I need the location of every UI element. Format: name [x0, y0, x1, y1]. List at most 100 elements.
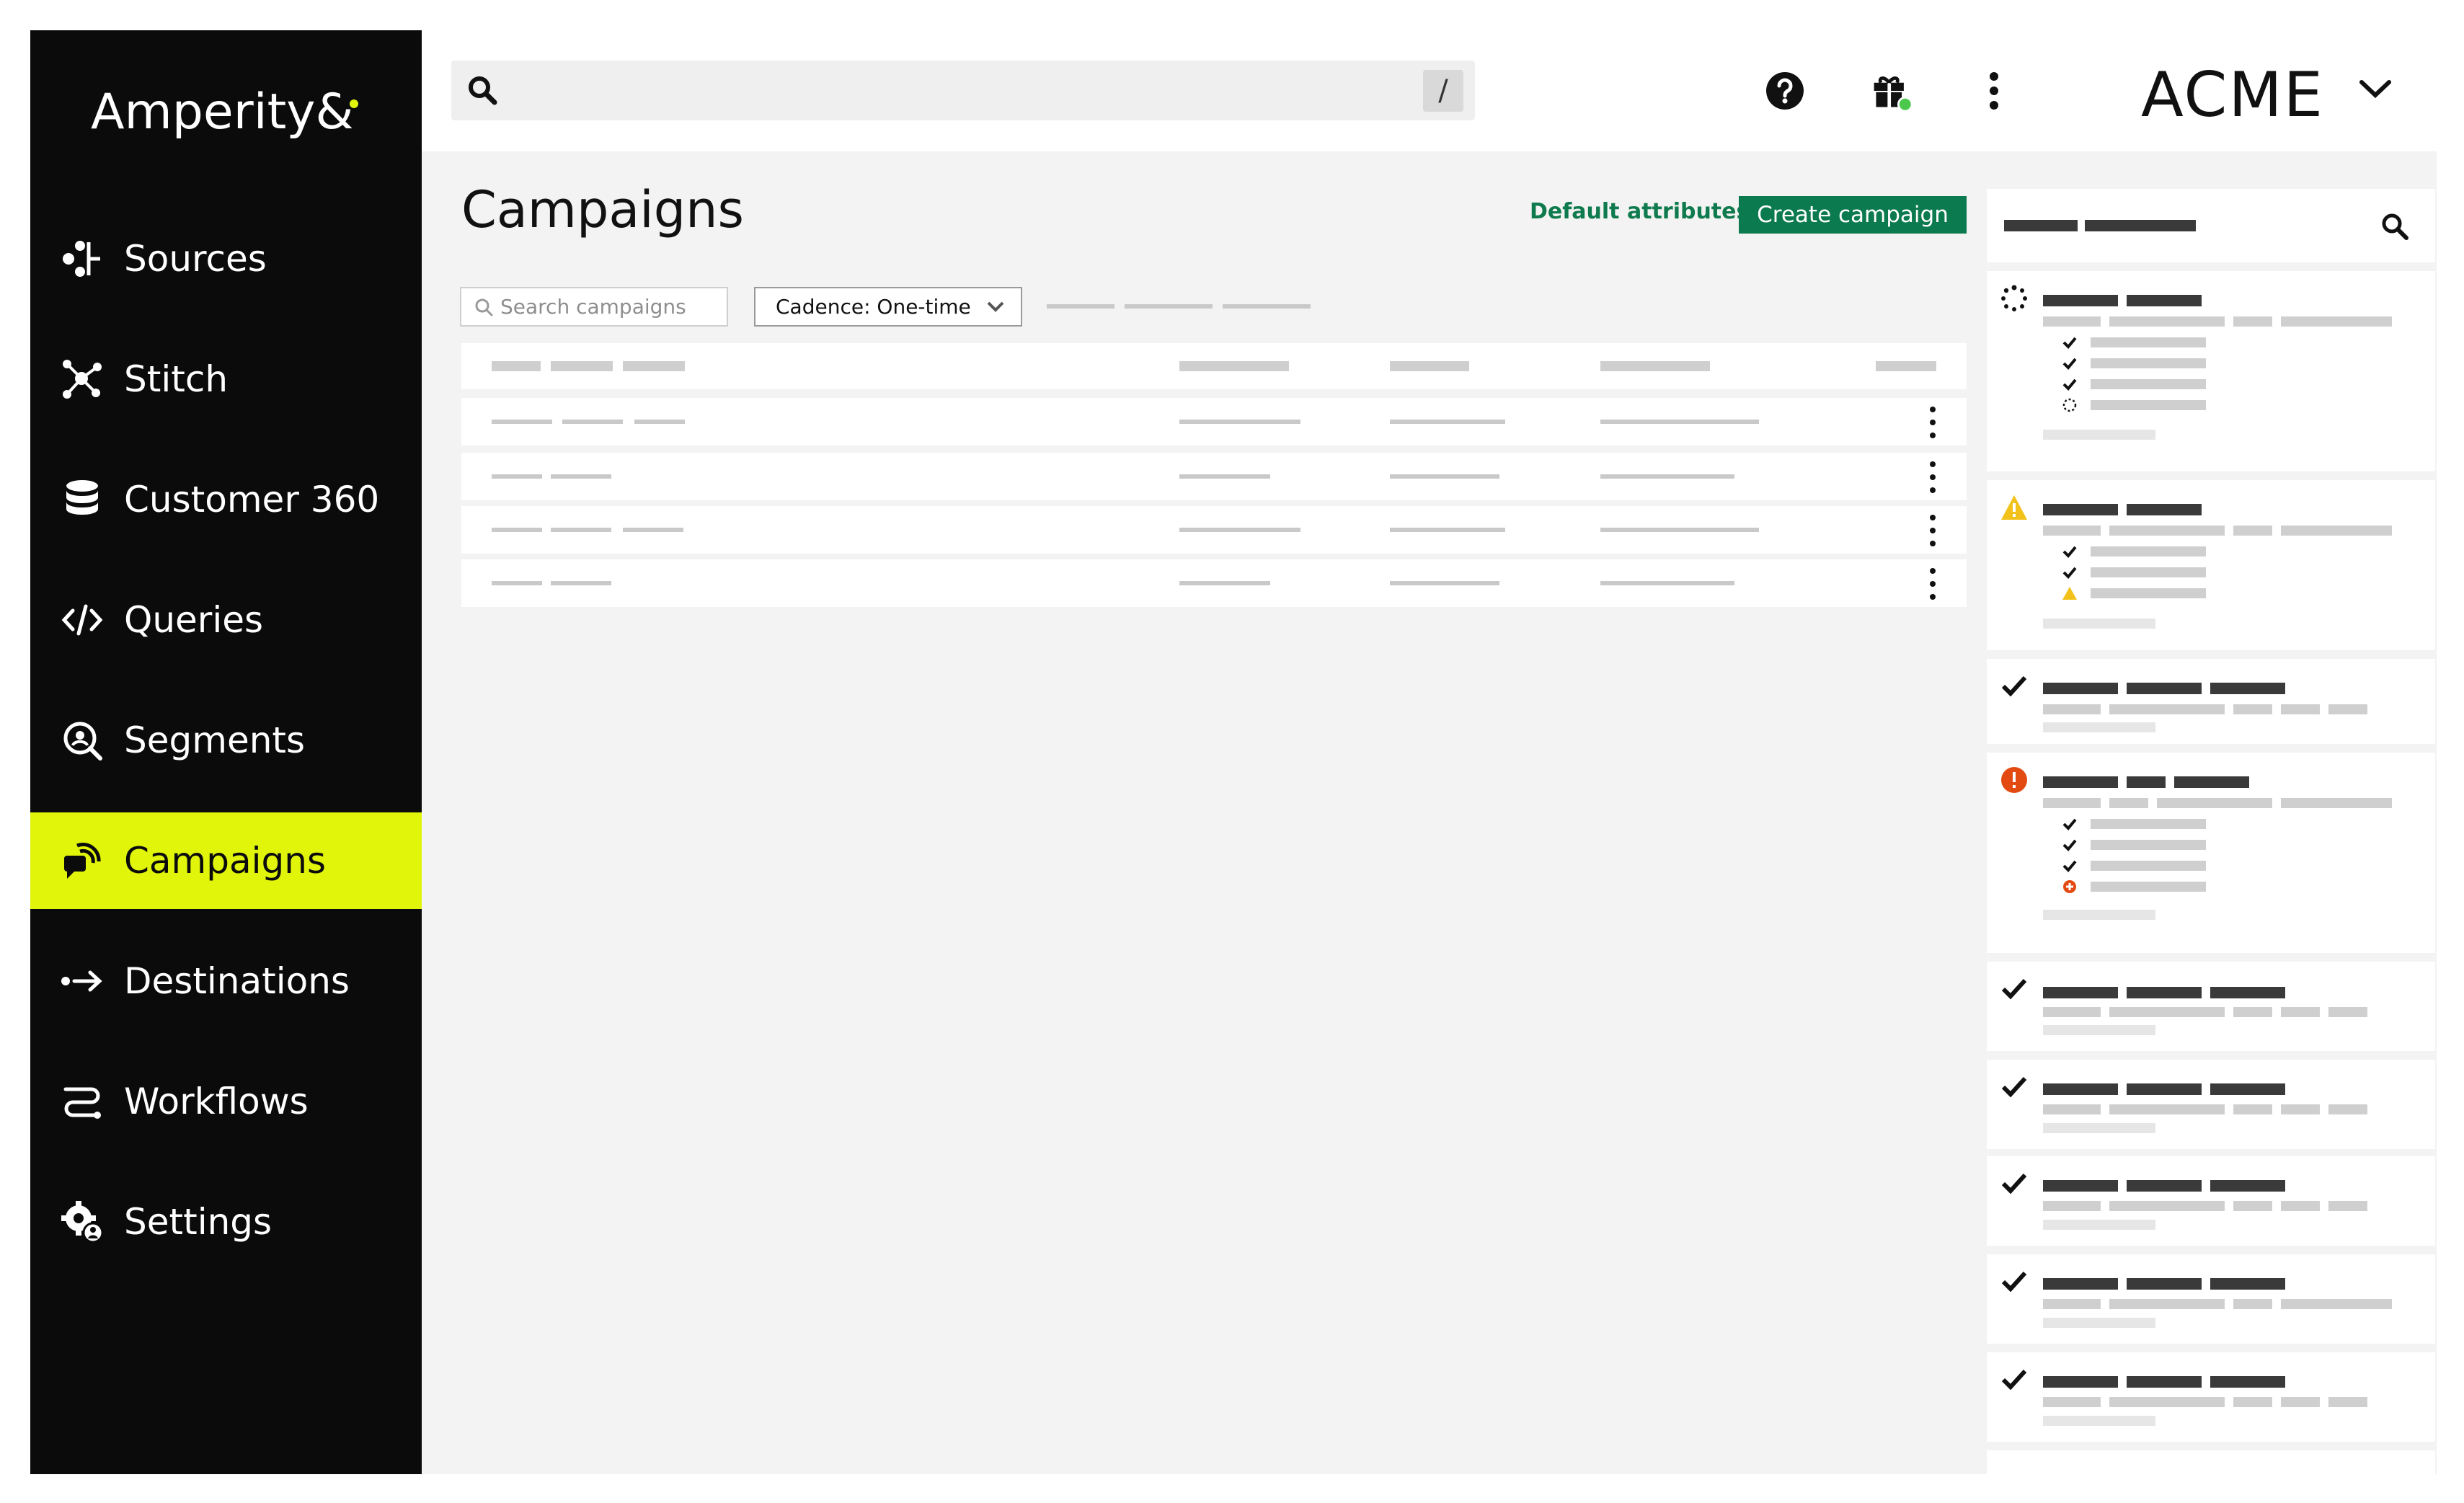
- card-title-placeholder: [2127, 295, 2202, 306]
- card-subtitle-placeholder: [2281, 316, 2392, 327]
- sidebar-item-stitch[interactable]: Stitch: [30, 331, 422, 427]
- card-subtitle-placeholder: [2281, 704, 2320, 714]
- row-more-icon[interactable]: [1928, 461, 1937, 493]
- card-title-placeholder: [2127, 1180, 2202, 1192]
- timestamp-placeholder: [2043, 722, 2155, 732]
- check-icon: [2000, 1073, 2029, 1101]
- create-campaign-button[interactable]: Create campaign: [1739, 196, 1967, 234]
- check-icon: [2000, 1365, 2029, 1394]
- card-title-placeholder: [2210, 1278, 2285, 1290]
- notification-card[interactable]: [1987, 480, 2435, 650]
- filter-placeholder: [1125, 304, 1213, 309]
- card-subtitle-placeholder: [2043, 798, 2101, 808]
- step-placeholder: [2091, 882, 2206, 892]
- row-more-icon[interactable]: [1928, 515, 1937, 546]
- database-icon: [55, 472, 110, 527]
- card-subtitle-placeholder: [2328, 1104, 2367, 1114]
- cell-placeholder: [1179, 581, 1270, 585]
- table-row[interactable]: [461, 398, 1967, 445]
- amperity-logo[interactable]: Amperity&: [91, 84, 358, 141]
- card-title-placeholder: [2127, 776, 2166, 788]
- cell-placeholder: [634, 420, 685, 424]
- sidebar-item-label: Sources: [124, 238, 267, 280]
- sidebar-item-segments[interactable]: Segments: [30, 692, 422, 789]
- card-subtitle-placeholder: [2109, 1397, 2225, 1407]
- card-subtitle-placeholder: [2043, 1299, 2101, 1309]
- global-search-input[interactable]: /: [451, 61, 1475, 120]
- card-title-placeholder: [2127, 504, 2202, 515]
- sidebar-item-sources[interactable]: Sources: [30, 210, 422, 307]
- check-icon: [2062, 858, 2078, 874]
- cell-placeholder: [551, 528, 611, 532]
- table-row[interactable]: [461, 506, 1967, 554]
- notification-card[interactable]: [1987, 1450, 2435, 1474]
- segments-icon: [55, 713, 110, 768]
- table-row[interactable]: [461, 559, 1967, 607]
- search-icon[interactable]: [2379, 210, 2411, 245]
- card-subtitle-placeholder: [2233, 1299, 2272, 1309]
- column-header-placeholder: [551, 361, 613, 371]
- card-title-placeholder: [2043, 1376, 2118, 1388]
- notification-card[interactable]: [1987, 1352, 2435, 1442]
- logo-mark: &: [316, 84, 358, 141]
- default-attributes-link[interactable]: Default attributes: [1530, 199, 1749, 224]
- settings-icon: [55, 1194, 110, 1249]
- sidebar-item-label: Stitch: [124, 358, 229, 400]
- card-subtitle-placeholder: [2233, 316, 2272, 327]
- timestamp-placeholder: [2043, 1416, 2155, 1426]
- row-more-icon[interactable]: [1928, 407, 1937, 438]
- notification-card[interactable]: [1987, 1254, 2435, 1344]
- sidebar-item-label: Settings: [124, 1201, 272, 1243]
- notification-card[interactable]: [1987, 753, 2435, 953]
- card-title-placeholder: [2210, 1376, 2285, 1388]
- warning-icon: [2000, 493, 2029, 522]
- sidebar-item-queries[interactable]: Queries: [30, 572, 422, 668]
- notification-card[interactable]: [1987, 659, 2435, 744]
- card-subtitle-placeholder: [2281, 526, 2392, 536]
- step-placeholder: [2091, 546, 2206, 557]
- more-vertical-icon[interactable]: [1972, 68, 2016, 114]
- search-shortcut-key: /: [1423, 70, 1463, 112]
- sidebar-item-destinations[interactable]: Destinations: [30, 933, 422, 1029]
- row-more-icon[interactable]: [1928, 568, 1937, 600]
- table-row[interactable]: [461, 453, 1967, 500]
- sidebar-item-campaigns[interactable]: Campaigns: [30, 812, 422, 909]
- card-title-placeholder: [2127, 1376, 2202, 1388]
- cell-placeholder: [492, 474, 542, 479]
- card-subtitle-placeholder: [2109, 1007, 2225, 1017]
- check-icon: [2062, 837, 2078, 853]
- sidebar-item-workflows[interactable]: Workflows: [30, 1053, 422, 1150]
- tenant-switcher[interactable]: ACME: [2141, 59, 2324, 131]
- stitch-icon: [55, 352, 110, 407]
- card-subtitle-placeholder: [2109, 704, 2225, 714]
- notification-card[interactable]: [1987, 1060, 2435, 1149]
- sidebar-item-label: Destinations: [124, 960, 350, 1002]
- chevron-down-icon[interactable]: [2357, 76, 2393, 105]
- filter-placeholder: [1223, 304, 1311, 309]
- cell-placeholder: [551, 581, 611, 585]
- help-icon[interactable]: [1763, 68, 1807, 114]
- search-campaigns-input[interactable]: [499, 294, 718, 319]
- notification-card[interactable]: [1987, 271, 2435, 471]
- sidebar-item-customer-360[interactable]: Customer 360: [30, 451, 422, 548]
- card-subtitle-placeholder: [2233, 526, 2272, 536]
- cadence-filter-select[interactable]: Cadence: One-time: [754, 287, 1022, 327]
- column-header-placeholder: [623, 361, 685, 371]
- sidebar-item-settings[interactable]: Settings: [30, 1174, 422, 1270]
- sidebar-item-label: Workflows: [124, 1081, 309, 1122]
- card-title-placeholder: [2127, 683, 2202, 694]
- card-subtitle-placeholder: [2043, 704, 2101, 714]
- notification-card[interactable]: [1987, 962, 2435, 1051]
- card-subtitle-placeholder: [2281, 1299, 2392, 1309]
- cell-placeholder: [1390, 420, 1505, 424]
- card-title-placeholder: [2127, 1083, 2202, 1095]
- gift-icon[interactable]: [1870, 68, 1913, 114]
- cell-placeholder: [1390, 528, 1505, 532]
- card-title-placeholder: [2210, 1083, 2285, 1095]
- cell-placeholder: [1390, 581, 1499, 585]
- campaigns-icon: [55, 833, 110, 888]
- column-header-placeholder: [1876, 361, 1936, 371]
- tenant-name: ACME: [2141, 59, 2324, 131]
- campaign-search-field[interactable]: [460, 287, 728, 327]
- notification-card[interactable]: [1987, 1156, 2435, 1246]
